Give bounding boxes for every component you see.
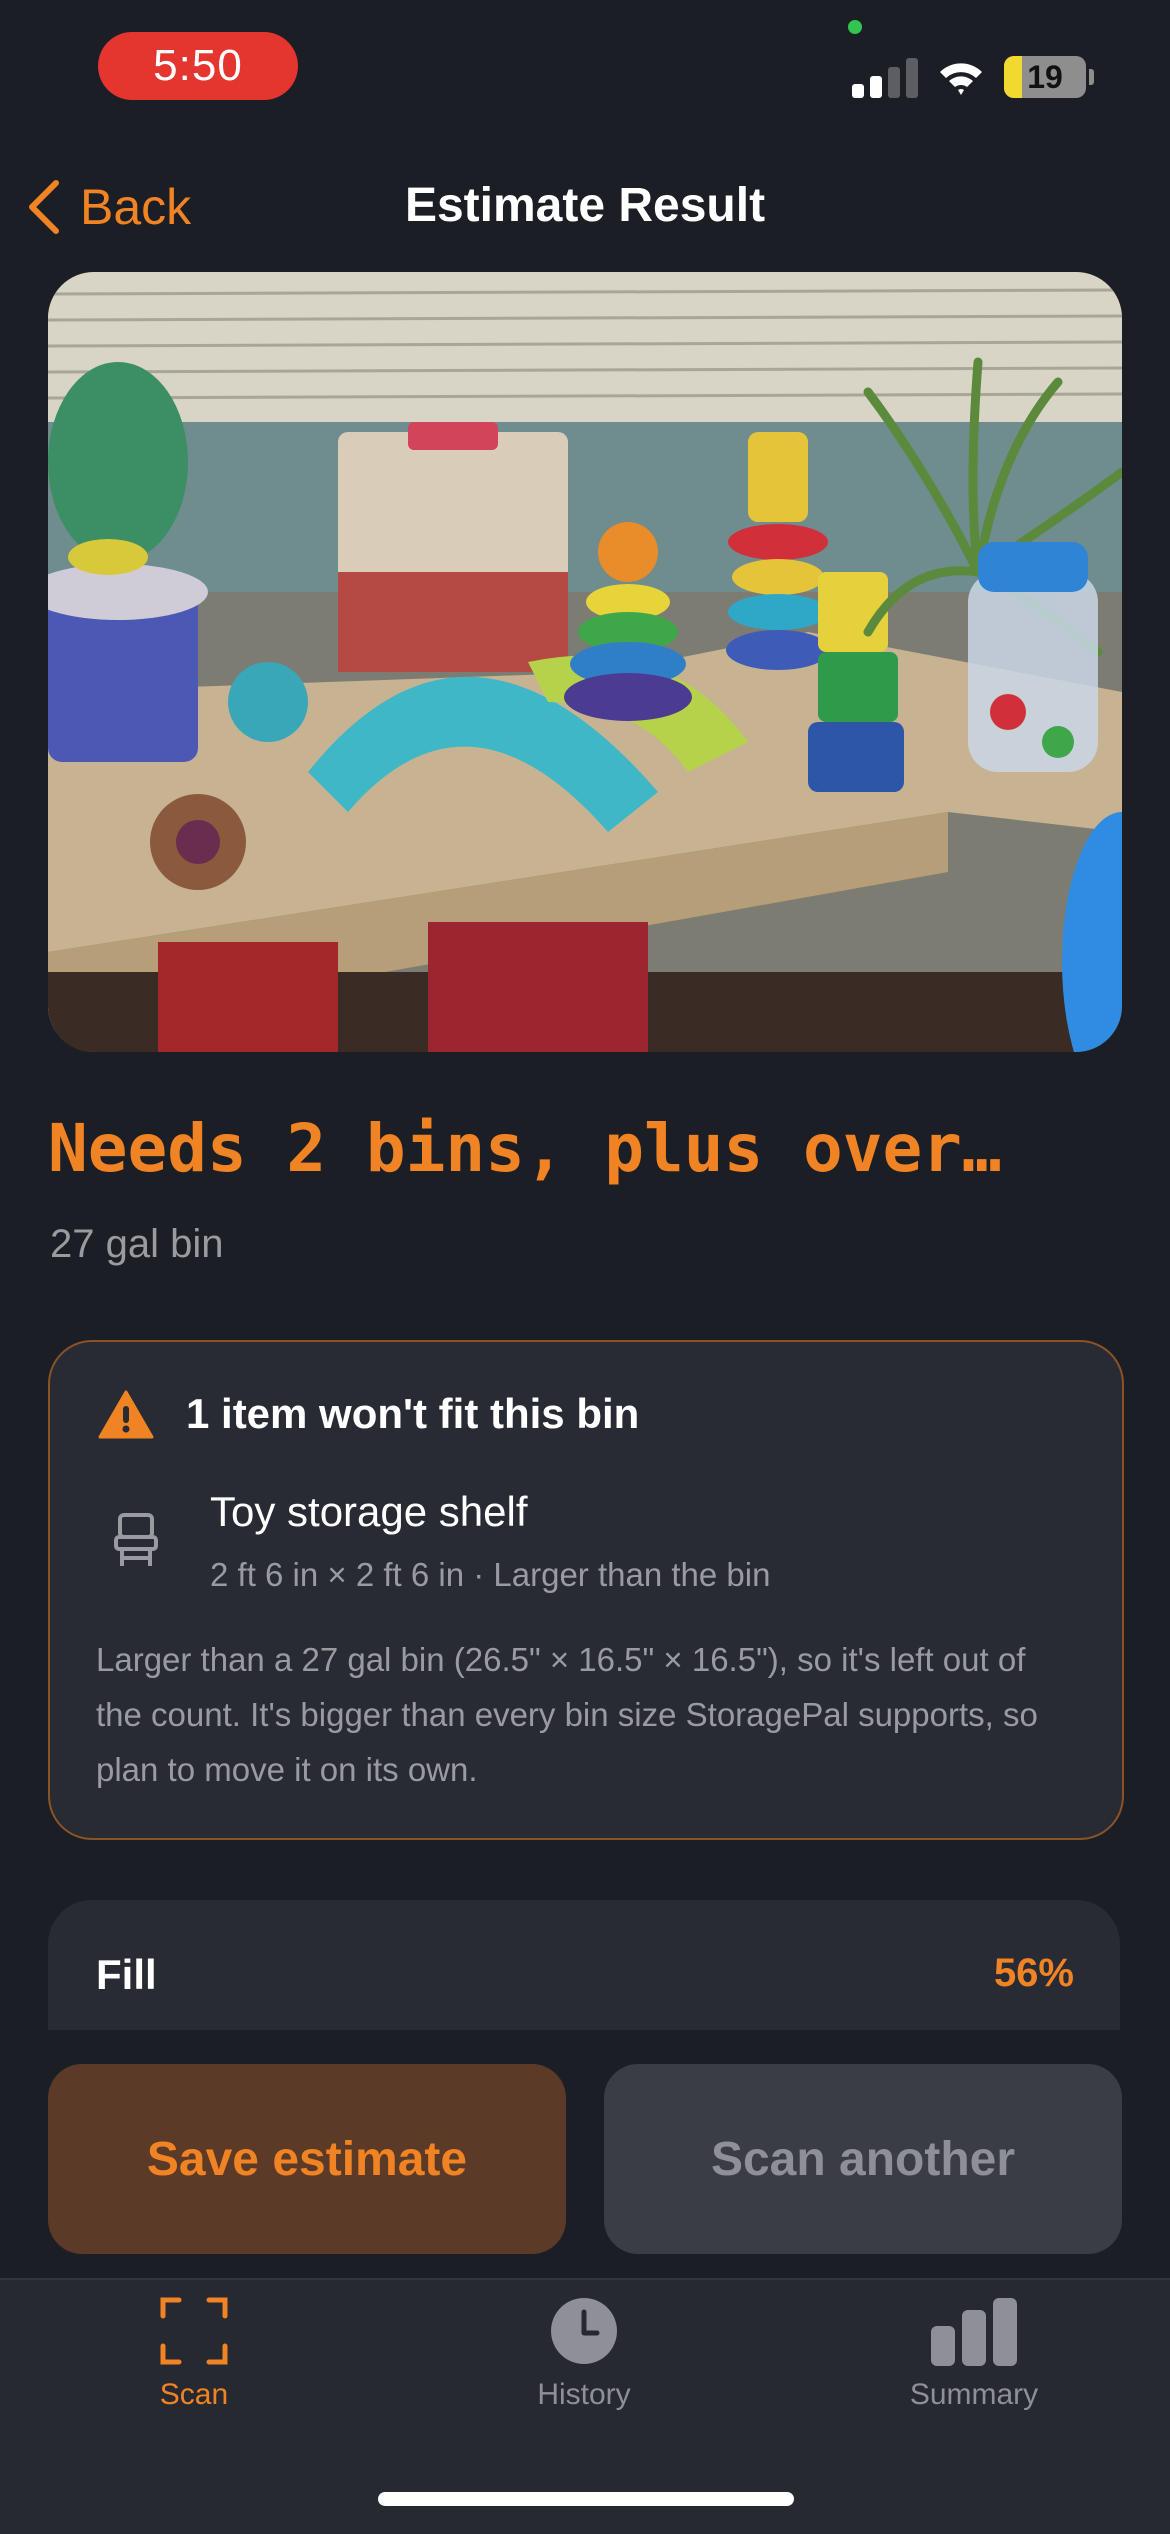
warning-triangle-icon xyxy=(98,1390,154,1439)
chair-icon xyxy=(114,1513,158,1566)
oversize-item-details: 2 ft 6 in × 2 ft 6 in · Larger than the … xyxy=(210,1556,771,1593)
oversize-item-name: Toy storage shelf xyxy=(210,1488,528,1535)
page-title: Estimate Result xyxy=(404,179,766,232)
wifi-icon xyxy=(940,63,982,95)
result-headline: Needs 2 bins, plus over… xyxy=(48,1110,1002,1187)
scan-frame-icon xyxy=(160,2297,228,2365)
home-indicator[interactable] xyxy=(378,2492,794,2506)
bin-size-label: 27 gal bin xyxy=(50,1222,224,1266)
camera-indicator-dot xyxy=(848,20,862,34)
tab-history-label: History xyxy=(537,2378,631,2411)
scan-another-button[interactable]: Scan another xyxy=(604,2064,1122,2254)
clock-icon xyxy=(551,2298,617,2364)
battery-icon: 19 xyxy=(1004,56,1094,98)
tab-scan-label: Scan xyxy=(159,2378,229,2411)
tab-history[interactable]: History xyxy=(454,2296,714,2416)
tab-scan[interactable]: Scan xyxy=(64,2296,324,2416)
status-time: 5:50 xyxy=(98,32,298,100)
cellular-signal-icon xyxy=(852,58,918,98)
scan-photo xyxy=(48,272,1122,1052)
battery-level: 19 xyxy=(1027,58,1063,95)
warning-title: 1 item won't fit this bin xyxy=(186,1390,640,1437)
tab-summary[interactable]: Summary xyxy=(844,2296,1104,2416)
bar-chart-icon xyxy=(931,2298,1017,2366)
fill-percentage: 56% xyxy=(993,1951,1074,1995)
fill-label: Fill xyxy=(96,1951,157,1998)
save-estimate-button[interactable]: Save estimate xyxy=(48,2064,566,2254)
warning-description: Larger than a 27 gal bin (26.5" × 16.5" … xyxy=(96,1641,1038,1788)
tab-summary-label: Summary xyxy=(909,2378,1039,2411)
